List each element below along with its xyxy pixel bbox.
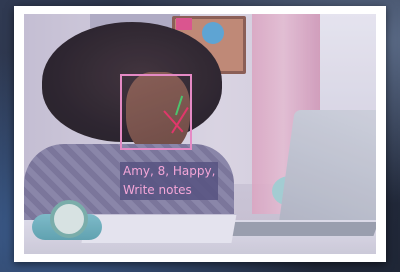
photo: Amy, 8, Happy, Write notes (24, 14, 376, 254)
photo-tint (24, 14, 376, 254)
face-bounding-box (120, 74, 192, 150)
detection-label-line1: Amy, 8, Happy, (123, 164, 216, 178)
detection-label: Amy, 8, Happy, Write notes (120, 162, 219, 200)
detection-label-line2: Write notes (123, 183, 192, 197)
photo-card: Amy, 8, Happy, Write notes (14, 6, 386, 262)
